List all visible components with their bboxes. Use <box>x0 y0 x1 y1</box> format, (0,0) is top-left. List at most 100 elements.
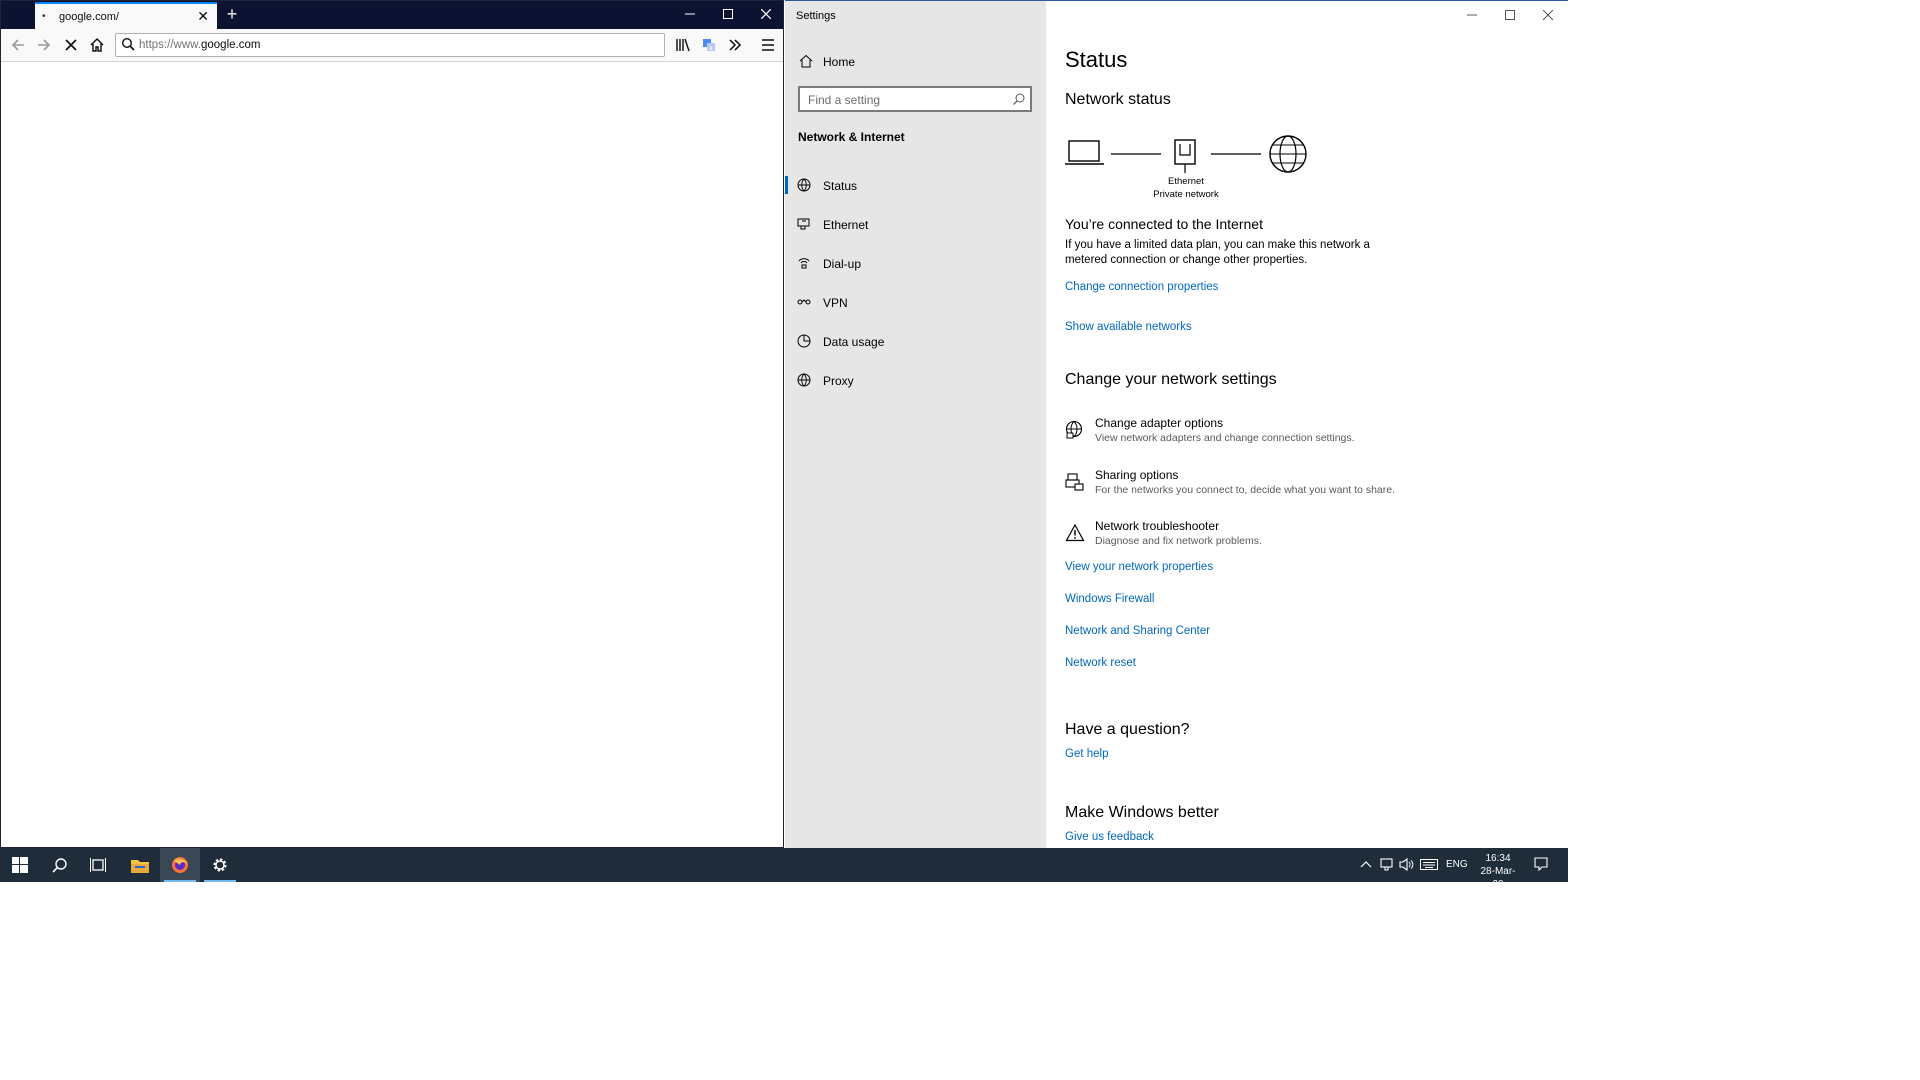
connected-description: If you have a limited data plan, you can… <box>1065 239 1370 266</box>
maximize-button[interactable] <box>1492 5 1528 27</box>
firefox-taskbar-button[interactable] <box>160 848 200 882</box>
network-diagram: Ethernet Private network <box>1065 133 1315 203</box>
back-button[interactable] <box>5 32 31 58</box>
option-description: View network adapters and change connect… <box>1095 432 1355 444</box>
view-network-properties-link[interactable]: View your network properties <box>1065 561 1213 573</box>
taskbar: ENG 16:34 28-Mar-20 <box>0 848 1568 890</box>
network-type-label: Private network <box>1153 189 1219 200</box>
task-view-button[interactable] <box>78 848 118 882</box>
close-window-button[interactable] <box>747 1 785 29</box>
stop-icon <box>65 39 77 51</box>
search-icon <box>52 858 67 873</box>
dialup-icon <box>798 258 810 269</box>
network-sharing-center-link[interactable]: Network and Sharing Center <box>1065 625 1210 637</box>
sidebar-item-label: Data usage <box>823 335 885 349</box>
sidebar-item-label: Proxy <box>823 374 854 388</box>
change-adapter-options[interactable]: Change adapter options View network adap… <box>1065 416 1485 450</box>
network-tray-button[interactable] <box>1380 858 1394 892</box>
browser-tab[interactable]: • google.com/ ✕ <box>35 2 217 29</box>
warning-icon <box>1065 523 1085 542</box>
change-connection-properties-link[interactable]: Change connection properties <box>1065 281 1218 293</box>
forward-button[interactable] <box>31 32 57 58</box>
library-button[interactable] <box>670 32 696 58</box>
sidebar-item-label: Dial-up <box>823 257 862 271</box>
tab-loading-indicator: • <box>42 11 46 22</box>
browser-content-area[interactable] <box>1 63 783 847</box>
change-network-settings-heading: Change your network settings <box>1065 371 1277 388</box>
hamburger-menu-icon <box>762 39 774 51</box>
clock-time: 16:34 <box>1485 853 1511 864</box>
touch-keyboard-button[interactable] <box>1420 859 1438 893</box>
minimize-icon <box>685 13 695 15</box>
settings-taskbar-button[interactable] <box>200 848 240 882</box>
address-bar[interactable]: https://www.google.com <box>115 33 665 57</box>
search-placeholder: Find a setting <box>808 93 881 107</box>
sidebar-item-data-usage[interactable]: Data usage <box>785 326 1046 356</box>
sidebar-item-proxy[interactable]: Proxy <box>785 365 1046 395</box>
search-taskbar-button[interactable] <box>40 848 80 882</box>
sidebar-item-label: Home <box>823 55 856 69</box>
close-tab-icon[interactable]: ✕ <box>197 8 209 25</box>
search-icon <box>121 37 135 51</box>
close-window-button[interactable] <box>1530 5 1566 27</box>
option-description: For the networks you connect to, decide … <box>1095 484 1395 496</box>
overflow-icon <box>729 39 742 51</box>
new-tab-button[interactable]: + <box>223 4 241 24</box>
sidebar-item-ethernet[interactable]: Ethernet <box>785 209 1046 239</box>
option-description: Diagnose and fix network problems. <box>1095 535 1262 547</box>
minimize-button[interactable] <box>671 1 709 29</box>
network-status-heading: Network status <box>1065 91 1171 108</box>
sidebar-item-dialup[interactable]: Dial-up <box>785 248 1046 278</box>
minimize-icon <box>1467 14 1477 16</box>
input-language[interactable]: ENG <box>1446 859 1468 893</box>
chevron-up-icon <box>1360 861 1372 868</box>
vpn-icon <box>797 299 811 305</box>
menu-button[interactable] <box>755 32 781 58</box>
give-feedback-link[interactable]: Give us feedback <box>1065 831 1154 843</box>
section-title: Network & Internet <box>798 130 905 144</box>
folder-icon <box>131 860 149 873</box>
close-icon <box>760 8 772 20</box>
firefox-window: • google.com/ ✕ + https://www.google.com… <box>0 0 784 848</box>
overflow-button[interactable] <box>722 32 748 58</box>
ethernet-tray-icon <box>1380 858 1393 871</box>
volume-tray-button[interactable] <box>1399 857 1415 892</box>
translate-button[interactable]: a <box>696 32 722 58</box>
settings-window: Settings Home Find a setting Network & I… <box>785 0 1568 849</box>
show-available-networks-link[interactable]: Show available networks <box>1065 321 1192 333</box>
sidebar-item-home[interactable]: Home <box>785 49 1046 75</box>
start-button[interactable] <box>0 848 40 882</box>
sidebar-item-label: VPN <box>823 296 848 310</box>
network-troubleshooter[interactable]: Network troubleshooter Diagnose and fix … <box>1065 519 1485 553</box>
sidebar-item-label: Ethernet <box>823 218 869 232</box>
forward-icon <box>38 39 51 51</box>
action-center-button[interactable] <box>1534 857 1548 891</box>
option-title: Sharing options <box>1095 468 1179 482</box>
adapter-icon <box>1065 420 1083 439</box>
task-view-icon <box>90 858 106 872</box>
network-reset-link[interactable]: Network reset <box>1065 657 1136 669</box>
maximize-button[interactable] <box>709 1 747 29</box>
find-setting-input[interactable]: Find a setting <box>798 86 1032 112</box>
get-help-link[interactable]: Get help <box>1065 748 1108 760</box>
windows-firewall-link[interactable]: Windows Firewall <box>1065 593 1154 605</box>
url-text[interactable]: https://www.google.com <box>139 39 260 51</box>
firefox-titlebar[interactable]: • google.com/ ✕ + <box>1 1 783 29</box>
show-hidden-icons-button[interactable] <box>1360 859 1372 893</box>
sidebar-item-status[interactable]: Status <box>785 170 1046 200</box>
option-title: Change adapter options <box>1095 416 1224 430</box>
minimize-button[interactable] <box>1454 5 1490 27</box>
file-explorer-button[interactable] <box>119 848 159 882</box>
clock[interactable]: 16:34 28-Mar-20 <box>1476 852 1520 890</box>
stop-button[interactable] <box>58 32 84 58</box>
sidebar-item-label: Status <box>823 179 858 193</box>
home-button[interactable] <box>84 32 110 58</box>
maximize-icon <box>723 9 733 19</box>
sharing-options[interactable]: Sharing options For the networks you con… <box>1065 468 1485 502</box>
navigation-toolbar: https://www.google.com a <box>1 29 783 62</box>
data-usage-icon <box>797 334 811 348</box>
have-a-question-heading: Have a question? <box>1065 721 1190 738</box>
clock-date: 28-Mar-20 <box>1480 866 1516 890</box>
sharing-icon <box>1065 473 1084 491</box>
sidebar-item-vpn[interactable]: VPN <box>785 287 1046 317</box>
